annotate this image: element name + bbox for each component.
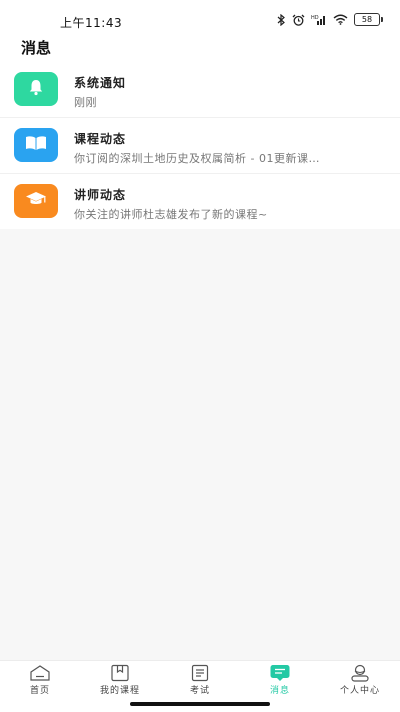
message-title: 系统通知	[74, 76, 127, 90]
message-subtitle: 你订阅的深圳土地历史及权属简析 - 01更新课…	[74, 152, 320, 165]
bluetooth-icon	[277, 13, 286, 26]
home-icon	[29, 664, 51, 682]
message-item-course[interactable]: 课程动态 你订阅的深圳土地历史及权属简析 - 01更新课…	[0, 118, 400, 174]
tab-label: 个人中心	[339, 686, 380, 696]
graduation-cap-icon	[25, 191, 47, 211]
bell-icon	[27, 78, 45, 100]
status-bar: 上午11:43 HD 58	[0, 0, 400, 34]
message-title: 课程动态	[74, 132, 127, 146]
battery-icon: 58	[354, 13, 383, 26]
message-subtitle: 刚刚	[74, 96, 97, 109]
svg-text:HD: HD	[311, 15, 319, 21]
bookmark-icon	[109, 664, 131, 682]
book-icon	[25, 135, 47, 155]
tab-label: 考试	[189, 686, 210, 696]
wifi-icon	[333, 14, 348, 25]
alarm-icon	[292, 14, 305, 26]
tab-label: 首页	[29, 686, 50, 696]
message-item-lecturer[interactable]: 讲师动态 你关注的讲师杜志雄发布了新的课程~	[0, 174, 400, 229]
header: 消息	[0, 34, 400, 62]
message-item-system[interactable]: 系统通知 刚刚	[0, 62, 400, 118]
page-title: 消息	[21, 39, 52, 57]
system-notice-badge	[14, 72, 58, 106]
tab-profile[interactable]: 个人中心	[320, 661, 400, 712]
tab-home[interactable]: 首页	[0, 661, 80, 712]
signal-icon: HD	[311, 14, 327, 25]
user-icon	[349, 664, 371, 682]
message-icon	[269, 664, 291, 682]
message-title: 讲师动态	[74, 188, 127, 202]
home-indicator[interactable]	[130, 702, 270, 706]
message-list: 系统通知 刚刚 课程动态 你订阅的深圳土地历史及权属简析 - 01更新课… 讲师…	[0, 62, 400, 229]
lecturer-update-badge	[14, 184, 58, 218]
tab-label: 我的课程	[99, 686, 140, 696]
message-subtitle: 你关注的讲师杜志雄发布了新的课程~	[74, 208, 268, 221]
status-time: 上午11:43	[60, 16, 123, 30]
status-icons: HD 58	[277, 13, 383, 26]
course-update-badge	[14, 128, 58, 162]
document-icon	[189, 664, 211, 682]
tab-label: 消息	[269, 686, 290, 696]
